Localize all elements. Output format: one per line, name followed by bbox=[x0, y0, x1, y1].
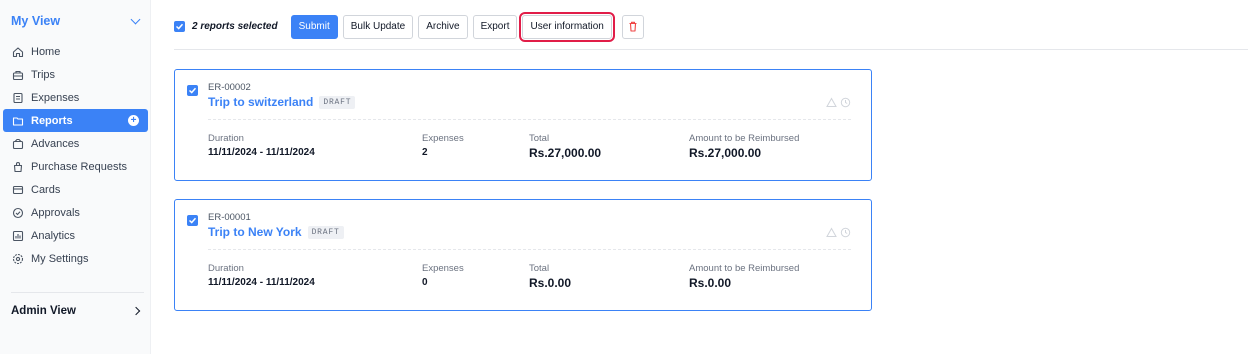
chevron-right-icon bbox=[131, 306, 141, 316]
report-title[interactable]: Trip to New York bbox=[208, 225, 302, 239]
add-report-icon[interactable]: + bbox=[128, 115, 139, 126]
expenses-icon bbox=[11, 91, 24, 104]
sidebar-item-reports[interactable]: Reports + bbox=[3, 109, 148, 132]
sidebar-item-home[interactable]: Home bbox=[0, 40, 151, 63]
selection-count: 2 reports selected bbox=[192, 21, 278, 32]
my-view-toggle[interactable]: My View bbox=[11, 12, 143, 30]
bulk-action-toolbar: 2 reports selected Submit Bulk Update Ar… bbox=[174, 11, 649, 42]
report-checkbox[interactable] bbox=[187, 85, 198, 96]
report-card[interactable]: ER-00001 Trip to New York DRAFT Duration… bbox=[174, 199, 872, 311]
chevron-down-icon bbox=[130, 14, 141, 25]
report-checkbox[interactable] bbox=[187, 215, 198, 226]
reimbursement-label: Amount to be Reimbursed bbox=[689, 133, 800, 144]
duration-value: 11/11/2024 - 11/11/2024 bbox=[208, 147, 315, 158]
my-view-label: My View bbox=[11, 14, 61, 28]
export-button[interactable]: Export bbox=[472, 14, 518, 39]
reimbursement-field: Amount to be Reimbursed Rs.27,000.00 bbox=[689, 133, 799, 160]
sidebar-item-label: Advances bbox=[31, 137, 80, 150]
toolbar-divider bbox=[174, 49, 1248, 50]
card-divider bbox=[208, 119, 851, 120]
sidebar-item-advances[interactable]: Advances bbox=[0, 132, 151, 155]
sidebar-item-label: Analytics bbox=[31, 229, 76, 242]
sidebar-item-my-settings[interactable]: My Settings bbox=[0, 247, 151, 270]
admin-view-toggle[interactable]: Admin View bbox=[11, 302, 143, 320]
sidebar-item-expenses[interactable]: Expenses bbox=[0, 86, 151, 109]
warning-icon bbox=[826, 97, 837, 107]
archive-button[interactable]: Archive bbox=[418, 14, 468, 39]
sidebar-item-trips[interactable]: Trips bbox=[0, 63, 151, 86]
sidebar-item-label: Trips bbox=[31, 68, 56, 81]
select-all-checkbox[interactable] bbox=[174, 21, 185, 32]
report-card[interactable]: ER-00002 Trip to switzerland DRAFT Durat… bbox=[174, 69, 872, 181]
sidebar-item-label: Cards bbox=[31, 183, 61, 196]
admin-view-label: Admin View bbox=[11, 305, 76, 317]
sidebar-divider bbox=[11, 292, 144, 293]
approvals-icon bbox=[11, 206, 24, 219]
sidebar-item-purchase-requests[interactable]: Purchase Requests bbox=[0, 155, 151, 178]
report-status-icons bbox=[826, 227, 851, 238]
sidebar-item-label: Approvals bbox=[31, 206, 80, 219]
sidebar-item-cards[interactable]: Cards bbox=[0, 178, 151, 201]
status-badge: DRAFT bbox=[307, 225, 344, 239]
duration-value: 11/11/2024 - 11/11/2024 bbox=[208, 277, 315, 288]
bulk-update-button[interactable]: Bulk Update bbox=[342, 14, 414, 39]
clock-icon bbox=[840, 97, 851, 108]
total-value: Rs.0.00 bbox=[529, 276, 572, 290]
duration-label: Duration bbox=[208, 263, 244, 274]
sidebar-item-label: Home bbox=[31, 45, 61, 58]
reimbursement-field: Amount to be Reimbursed Rs.0.00 bbox=[689, 263, 799, 290]
settings-icon bbox=[11, 252, 24, 265]
reimbursement-value: Rs.27,000.00 bbox=[689, 146, 762, 160]
expenses-label: Expenses bbox=[422, 263, 464, 274]
delete-button[interactable] bbox=[621, 14, 644, 39]
reports-icon bbox=[11, 114, 24, 127]
total-label: Total bbox=[529, 263, 550, 274]
trips-icon bbox=[11, 68, 24, 81]
user-information-button[interactable]: User information bbox=[519, 11, 615, 42]
report-id: ER-00002 bbox=[208, 82, 251, 93]
total-label: Total bbox=[529, 133, 550, 144]
sidebar-item-analytics[interactable]: Analytics bbox=[0, 224, 151, 247]
total-value: Rs.27,000.00 bbox=[529, 146, 602, 160]
advances-icon bbox=[11, 137, 24, 150]
report-id: ER-00001 bbox=[208, 212, 251, 223]
sidebar-item-label: Purchase Requests bbox=[31, 160, 127, 173]
cards-icon bbox=[11, 183, 24, 196]
sidebar-nav: Home Trips Expenses Reports + Advances P… bbox=[0, 40, 151, 270]
report-status-icons bbox=[826, 97, 851, 108]
expenses-value: 2 bbox=[422, 147, 428, 158]
expenses-value: 0 bbox=[422, 277, 428, 288]
report-title-row: Trip to New York DRAFT bbox=[208, 225, 344, 239]
home-icon bbox=[11, 45, 24, 58]
submit-button[interactable]: Submit bbox=[290, 14, 338, 39]
duration-field: Duration 11/11/2024 - 11/11/2024 bbox=[208, 263, 315, 288]
status-badge: DRAFT bbox=[319, 95, 356, 109]
clock-icon bbox=[840, 227, 851, 238]
total-field: Total Rs.0.00 bbox=[529, 263, 571, 290]
duration-field: Duration 11/11/2024 - 11/11/2024 bbox=[208, 133, 315, 158]
expenses-field: Expenses 2 bbox=[422, 133, 464, 158]
reimbursement-label: Amount to be Reimbursed bbox=[689, 263, 800, 274]
report-title[interactable]: Trip to switzerland bbox=[208, 95, 313, 109]
warning-icon bbox=[826, 227, 837, 237]
trash-icon bbox=[629, 21, 637, 32]
sidebar-item-approvals[interactable]: Approvals bbox=[0, 201, 151, 224]
sidebar-item-label: Expenses bbox=[31, 91, 80, 104]
duration-label: Duration bbox=[208, 133, 244, 144]
expenses-field: Expenses 0 bbox=[422, 263, 464, 288]
expenses-label: Expenses bbox=[422, 133, 464, 144]
report-title-row: Trip to switzerland DRAFT bbox=[208, 95, 356, 109]
sidebar: My View Home Trips Expenses Reports + Ad… bbox=[0, 0, 151, 354]
analytics-icon bbox=[11, 229, 24, 242]
purchase-requests-icon bbox=[11, 160, 24, 173]
reimbursement-value: Rs.0.00 bbox=[689, 276, 732, 290]
total-field: Total Rs.27,000.00 bbox=[529, 133, 601, 160]
sidebar-item-label: Reports bbox=[31, 114, 73, 127]
card-divider bbox=[208, 249, 851, 250]
sidebar-item-label: My Settings bbox=[31, 252, 89, 265]
